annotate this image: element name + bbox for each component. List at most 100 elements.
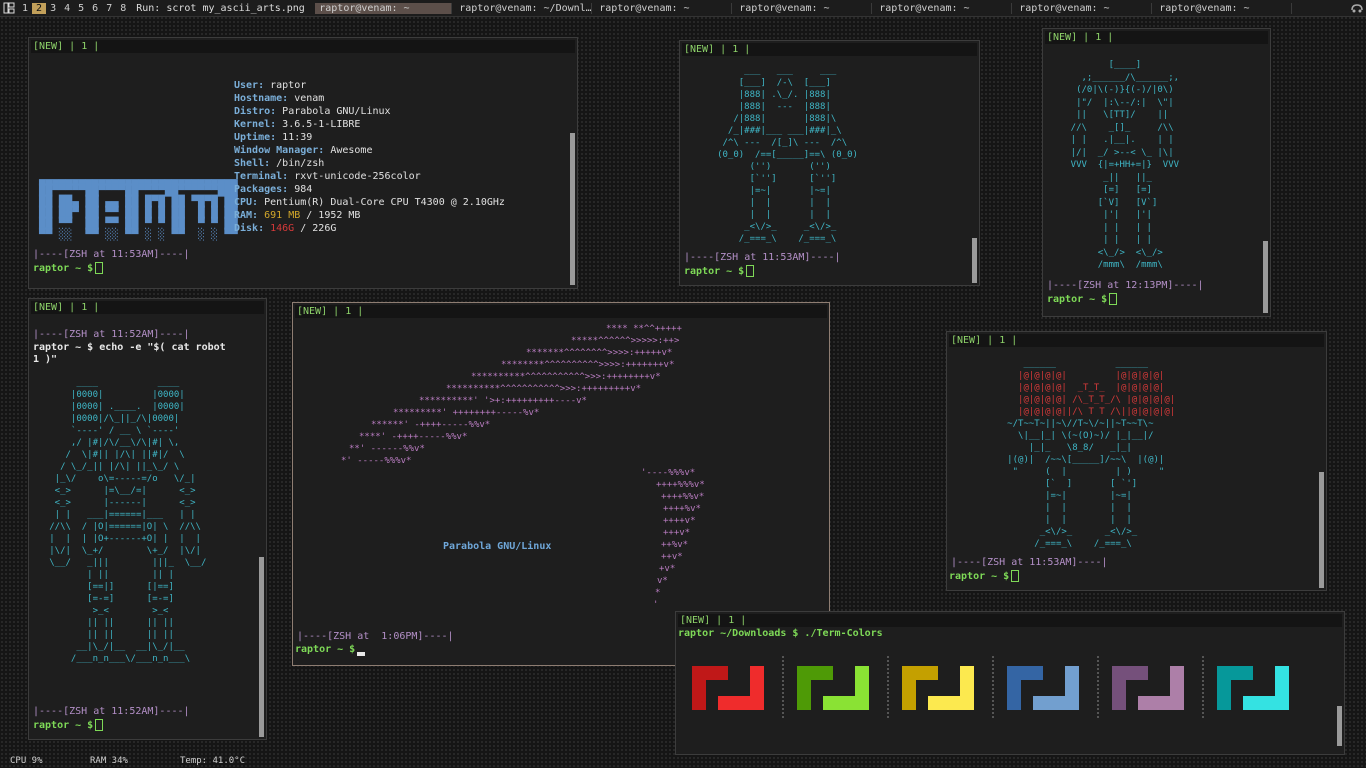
- task-item[interactable]: raptor@venam: ~: [1155, 2, 1293, 14]
- ascii-glyph: ******' -++++-----%%v*: [371, 420, 490, 430]
- sysinfo-row: Distro: Parabola GNU/Linux: [234, 106, 391, 118]
- sysinfo-row: CPU: Pentium(R) Dual-Core CPU T4300 @ 2.…: [234, 197, 505, 209]
- task-item[interactable]: raptor@venam: ~: [735, 2, 873, 14]
- tab-separator: |: [987, 335, 994, 346]
- tab-separator: |: [93, 302, 100, 313]
- terminal-robot-6[interactable]: [NEW] | 1 | ______ ______ |@|@|@|@| |@|@…: [946, 331, 1327, 591]
- bottom-status-bar: CPU 9% RAM 34% Temp: 41.0°C: [0, 754, 1366, 768]
- scrollbar[interactable]: [259, 557, 264, 737]
- sysinfo-value: rxvt-unicode-256color: [294, 171, 421, 182]
- tab-bar[interactable]: [NEW] | 1 |: [31, 40, 575, 53]
- parabola-logo-art: **** **^^+++++*****^^^^^^>>>>>:++>******…: [341, 324, 705, 610]
- sysinfo-key: Shell:: [234, 158, 277, 169]
- zsh-separator: |----[ZSH at 11:52AM]----|: [33, 329, 190, 341]
- task-item[interactable]: raptor@venam: ~: [315, 2, 453, 14]
- sysinfo-total: / 226G: [294, 223, 337, 234]
- ascii-robot: ______ ______ |@|@|@|@| |@|@|@|@| |@|@|@…: [953, 358, 1175, 550]
- swatch-divider: [1202, 656, 1204, 718]
- prompt-line[interactable]: raptor ~ $: [1047, 293, 1118, 306]
- ascii-line: |@|@|@|@||/\ T T /\||@|@|@|@|: [953, 407, 1176, 417]
- prompt-line[interactable]: raptor ~ $: [949, 570, 1020, 583]
- separator-text: |----[ZSH at 1:06PM]----|: [297, 631, 454, 642]
- sysinfo-row: Disk: 146G / 226G: [234, 223, 336, 235]
- cursor: [1109, 293, 1118, 305]
- ascii-glyph: **********' '>+:+++++++++----v*: [419, 396, 587, 406]
- cursor: [357, 652, 366, 656]
- ascii-glyph: **' ------%%v*: [349, 444, 425, 454]
- scrollbar[interactable]: [1337, 706, 1342, 746]
- tab-bar[interactable]: [NEW] | 1 |: [295, 305, 827, 318]
- sysinfo-used: 691 MB: [264, 210, 301, 221]
- prompt-text: raptor ~ $: [295, 644, 356, 655]
- terminal-robot-2[interactable]: [NEW] | 1 | ___ ___ ___ [___] /-\ [___] …: [679, 40, 980, 286]
- tag-4[interactable]: 4: [60, 3, 74, 14]
- task-item[interactable]: raptor@venam: ~/Downl…: [455, 2, 593, 14]
- ascii-line: _<\/>_ _<\/>_: [953, 527, 1138, 537]
- sysinfo-key: CPU:: [234, 197, 265, 208]
- tab-separator: |: [744, 44, 751, 55]
- ascii-line: |@|@|@|@| /\_T_T_/\ |@|@|@|@|: [953, 395, 1176, 405]
- ascii-glyph: **********^^^^^^^^^^^>>>:+++++++++v*: [446, 384, 641, 394]
- scrollbar[interactable]: [972, 238, 977, 283]
- sysinfo-value: 3.6.5-1-LIBRE: [282, 119, 361, 130]
- tab-number: 1: [728, 615, 735, 626]
- command-line: raptor ~ $ echo -e "$( cat robot: [33, 342, 226, 354]
- tag-2[interactable]: 2: [32, 2, 47, 14]
- ascii-line: [` ] [ `']: [953, 479, 1138, 489]
- separator-text: |----[ZSH at 11:53AM]----|: [951, 557, 1108, 568]
- sysinfo-value: 11:39: [282, 132, 313, 143]
- prompt-text: raptor ~ $: [33, 720, 94, 731]
- sysinfo-key: RAM:: [234, 210, 265, 221]
- tag-7[interactable]: 7: [102, 3, 116, 14]
- ascii-glyph: ****' -++++-----%%v*: [359, 432, 467, 442]
- sysinfo-value: Parabola GNU/Linux: [282, 106, 391, 117]
- tray-icon[interactable]: [1350, 1, 1364, 15]
- layout-icon[interactable]: [3, 2, 15, 14]
- ascii-glyph: *' -----%%%v*: [341, 456, 411, 466]
- sysinfo-value: Pentium(R) Dual-Core CPU T4300 @ 2.10GHz: [264, 197, 505, 208]
- ascii-line: ______ ______: [953, 359, 1149, 369]
- run-prompt[interactable]: Run: scrot my_ascii_arts.png: [136, 3, 312, 14]
- terminal-robot-4[interactable]: [NEW] | 1 | |----[ZSH at 11:52AM]----| r…: [28, 298, 267, 740]
- ascii-glyph: *******^^^^^^^^>>>>:+++++v*: [526, 348, 672, 358]
- prompt-line[interactable]: raptor ~ $: [295, 644, 366, 656]
- tab-bar[interactable]: [NEW] | 1 |: [31, 301, 264, 314]
- temperature: Temp: 41.0°C: [180, 756, 246, 766]
- command-text: raptor ~/Downloads $ ./Term-Colors: [678, 628, 883, 639]
- task-item[interactable]: raptor@venam: ~: [875, 2, 1013, 14]
- prompt-line[interactable]: raptor ~ $: [33, 719, 104, 732]
- tag-3[interactable]: 3: [46, 3, 60, 14]
- task-item[interactable]: raptor@venam: ~: [595, 2, 733, 14]
- ascii-robot: ___ ___ ___ [___] /-\ [___] |888| .\_/. …: [717, 66, 858, 244]
- tag-8[interactable]: 8: [116, 3, 130, 14]
- terminal-term-colors[interactable]: [NEW] | 1 | raptor ~/Downloads $ ./Term-…: [675, 611, 1345, 755]
- command-text: 1 )": [33, 354, 58, 365]
- ascii-glyph: ++++%%v*: [661, 492, 704, 502]
- terminal-sysinfo[interactable]: [NEW] | 1 | ▄▄▄▄▄▄▄▄▄▄▄▄▄▄▄▄▄▄▄▄▄▄▄▄▄▄▄▄…: [28, 37, 578, 289]
- terminal-robot-3[interactable]: [NEW] | 1 | [____] ,;______/\______;, (/…: [1042, 28, 1271, 317]
- scrollbar[interactable]: [1319, 472, 1324, 588]
- tab-bar[interactable]: [NEW] | 1 |: [949, 334, 1324, 347]
- tag-5[interactable]: 5: [74, 3, 88, 14]
- scrollbar[interactable]: [570, 133, 575, 285]
- prompt-line[interactable]: raptor ~ $: [684, 265, 755, 278]
- sysinfo-key: Hostname:: [234, 93, 295, 104]
- tab-separator: |: [1083, 32, 1090, 43]
- sysinfo-value: raptor: [270, 80, 307, 91]
- ascii-glyph: +v*: [659, 564, 675, 574]
- tab-bar[interactable]: [NEW] | 1 |: [678, 614, 1342, 627]
- sysinfo-value: Awesome: [330, 145, 373, 156]
- sysinfo-key: Terminal:: [234, 171, 295, 182]
- scrollbar[interactable]: [1263, 241, 1268, 313]
- prompt-line[interactable]: raptor ~ $: [33, 262, 104, 275]
- tag-1[interactable]: 1: [18, 3, 32, 14]
- ascii-glyph: ********^^^^^^^^^^>>>>:+++++++v*: [501, 360, 674, 370]
- tag-6[interactable]: 6: [88, 3, 102, 14]
- tab-bar[interactable]: [NEW] | 1 |: [682, 43, 977, 56]
- prompt-text: raptor ~ $: [949, 571, 1010, 582]
- task-item[interactable]: raptor@venam: ~: [1015, 2, 1153, 14]
- distro-logo: ▄▄▄▄▄▄▄▄▄▄▄▄▄▄▄▄▄▄▄▄▄▄▄▄▄▄▄▄▄▄ ██▀▀▀▀▀██…: [39, 173, 238, 241]
- separator-text: |----[ZSH at 11:52AM]----|: [33, 329, 190, 340]
- tab-new-label: [NEW]: [33, 302, 64, 313]
- tab-bar[interactable]: [NEW] | 1 |: [1045, 31, 1268, 44]
